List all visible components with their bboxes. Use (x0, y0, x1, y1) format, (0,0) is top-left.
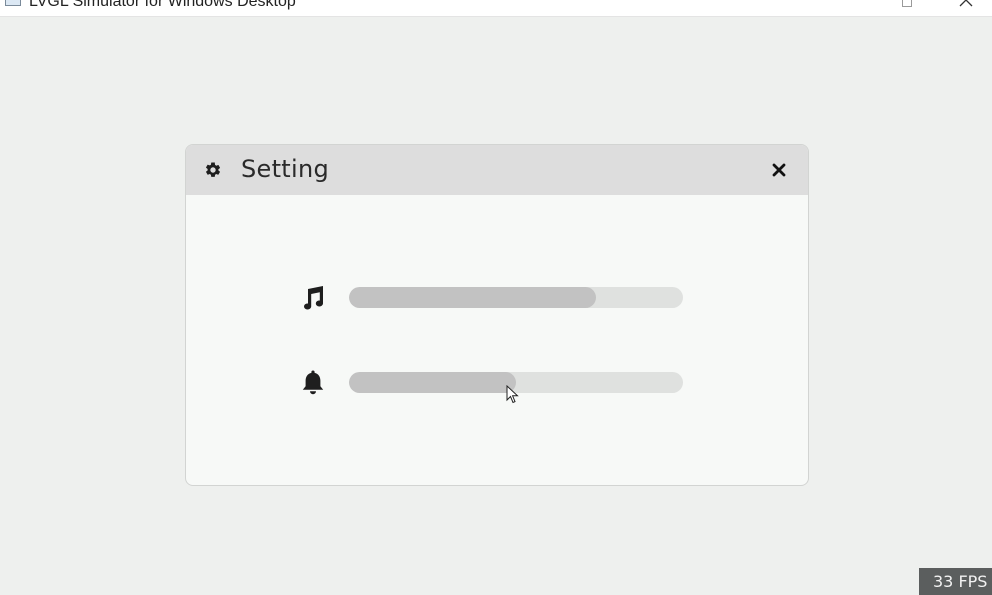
notification-volume-fill (349, 372, 516, 393)
window-titlebar: LVGL Simulator for Windows Desktop (0, 0, 992, 17)
settings-dialog: Setting (185, 144, 809, 486)
mouse-pointer-icon (506, 385, 519, 404)
maximize-button[interactable] (887, 0, 927, 14)
window-title: LVGL Simulator for Windows Desktop (29, 0, 296, 10)
dialog-close-button[interactable] (770, 161, 788, 179)
close-icon (772, 163, 786, 177)
dialog-title: Setting (241, 155, 330, 183)
gear-icon (205, 162, 221, 177)
music-volume-slider[interactable] (349, 287, 683, 308)
window-close-button[interactable] (946, 0, 986, 14)
app-window-icon (5, 0, 21, 6)
maximize-icon (902, 0, 912, 7)
music-note-icon (304, 286, 323, 310)
dialog-header: Setting (186, 145, 808, 195)
close-icon (959, 0, 973, 7)
bell-icon (302, 370, 324, 395)
fps-counter: 33 FPS (919, 568, 992, 595)
music-volume-fill (349, 287, 597, 308)
